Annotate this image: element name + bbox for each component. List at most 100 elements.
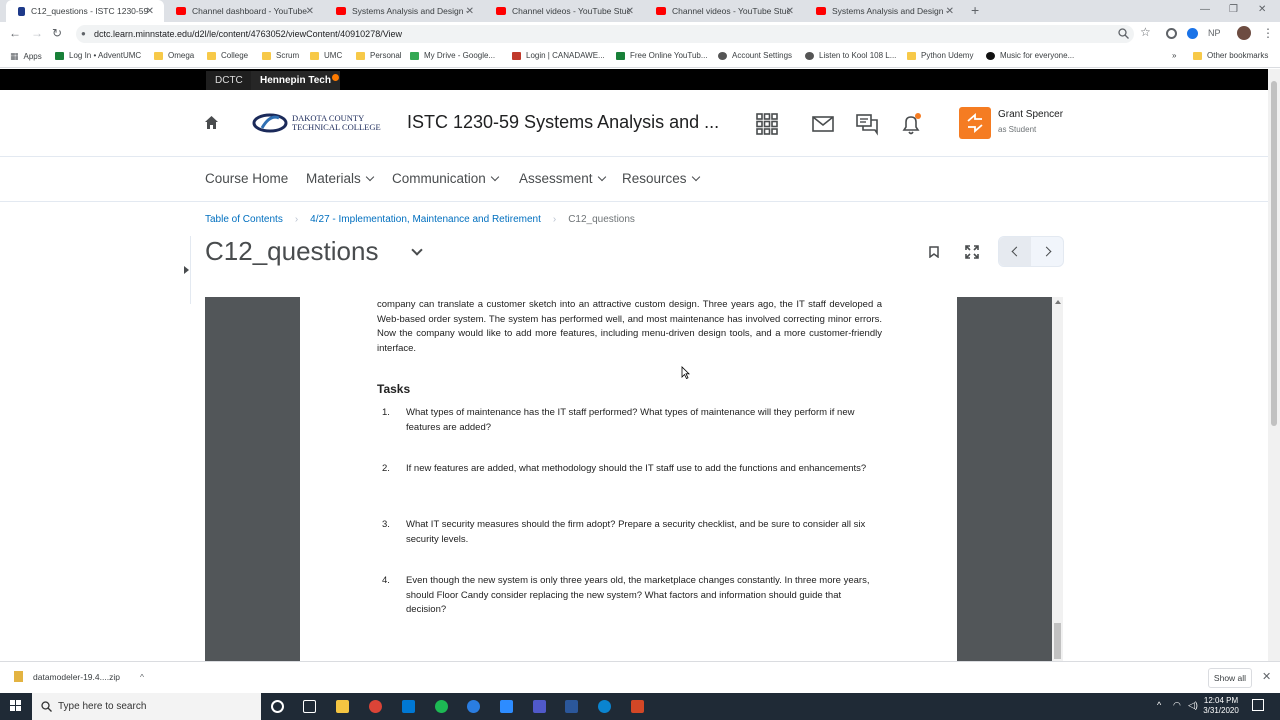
bookmark-folder[interactable]: Personal (356, 51, 402, 60)
nav-communication[interactable]: Communication (392, 171, 500, 186)
close-downloads-icon[interactable]: ✕ (1262, 670, 1271, 683)
home-icon[interactable] (204, 115, 219, 130)
url-field[interactable]: ● dctc.learn.minnstate.edu/d2l/le/conten… (76, 25, 1134, 43)
tasks-heading: Tasks (377, 382, 411, 396)
taskbar-search-input[interactable]: Type here to search (32, 693, 261, 720)
browser-tab[interactable]: Channel videos - YouTube Studio ✕ (484, 0, 644, 22)
close-tab-icon[interactable]: ✕ (146, 6, 154, 17)
edge-icon[interactable] (598, 700, 611, 713)
breadcrumb-module[interactable]: 4/27 - Implementation, Maintenance and R… (310, 214, 541, 225)
message-alerts-icon[interactable] (811, 112, 835, 136)
tray-overflow-icon[interactable]: ^ (1157, 700, 1161, 710)
nav-course-home[interactable]: Course Home (205, 171, 288, 186)
chevron-down-icon[interactable] (411, 244, 423, 256)
bookmark[interactable]: My Drive - Google... (410, 51, 495, 60)
chrome-icon[interactable] (369, 700, 382, 713)
restore-icon[interactable]: ❐ (1229, 4, 1238, 15)
bookmark-apps[interactable]: ▦ Apps (10, 51, 42, 62)
extension-icon[interactable] (1187, 28, 1198, 39)
nav-materials[interactable]: Materials (306, 171, 375, 186)
powerpoint-icon[interactable] (631, 700, 644, 713)
org-tab-dctc[interactable]: DCTC (206, 71, 252, 90)
org-tab-hennepin-tech[interactable]: Hennepin Tech (251, 71, 340, 90)
zoom-icon[interactable] (1118, 28, 1129, 39)
file-explorer-icon[interactable] (336, 700, 349, 713)
reload-icon[interactable]: ↻ (52, 26, 62, 40)
close-tab-icon[interactable]: ✕ (466, 6, 474, 17)
teams-icon[interactable] (533, 700, 546, 713)
page-title[interactable]: C12_questions (205, 236, 378, 267)
close-tab-icon[interactable]: ✕ (786, 6, 794, 17)
subscription-alerts-icon[interactable] (855, 112, 879, 136)
browser-menu-icon[interactable]: ⋮ (1262, 26, 1274, 40)
close-tab-icon[interactable]: ✕ (946, 6, 954, 17)
bookmark-star-icon[interactable]: ☆ (1140, 25, 1151, 39)
bookmark-folder[interactable]: Omega (154, 51, 194, 60)
new-tab-button[interactable]: + (971, 2, 979, 18)
skype-icon[interactable] (467, 700, 480, 713)
volume-icon[interactable]: ◁) (1188, 700, 1198, 711)
bookmark[interactable]: Login | CANADAWE... (512, 51, 605, 60)
viewer-scroll-thumb[interactable] (1054, 623, 1061, 659)
youtube-favicon-icon (336, 7, 346, 15)
extension-icon[interactable] (1166, 28, 1177, 39)
previous-topic-button[interactable] (999, 237, 1031, 266)
bookmark[interactable]: Music for everyone... (986, 51, 1074, 60)
forward-icon[interactable]: → (31, 26, 43, 40)
close-tab-icon[interactable]: ✕ (626, 6, 634, 17)
next-topic-button[interactable] (1032, 237, 1064, 266)
profile-avatar[interactable] (1237, 26, 1251, 40)
browser-tab[interactable]: Systems Analysis and Design - Yo ✕ (804, 0, 964, 22)
bookmark[interactable]: Listen to Kool 108 L... (805, 51, 896, 60)
notifications-icon[interactable] (1252, 699, 1264, 711)
bookmarks-overflow-icon[interactable]: » (1172, 51, 1176, 60)
chevron-up-icon[interactable]: ^ (140, 672, 144, 682)
mail-icon[interactable] (402, 700, 415, 713)
folder-icon (262, 51, 271, 60)
bookmark-folder[interactable]: Python Udemy (907, 51, 973, 60)
word-icon[interactable] (565, 700, 578, 713)
course-selector-grid-icon[interactable] (755, 112, 779, 136)
browser-tab[interactable]: Channel dashboard - YouTube St ✕ (164, 0, 324, 22)
bookmark-folder[interactable]: Scrum (262, 51, 299, 60)
browser-tab-active[interactable]: C12_questions - ISTC 1230-59 Sy ✕ (6, 0, 164, 22)
page-scrollbar[interactable] (1268, 69, 1280, 661)
viewer-scrollbar[interactable] (1052, 297, 1063, 661)
bookmark-folder[interactable]: College (207, 51, 248, 60)
user-name[interactable]: Grant Spencer (998, 109, 1063, 120)
back-icon[interactable]: ← (9, 26, 21, 40)
fullscreen-button[interactable] (959, 239, 985, 265)
scroll-up-icon[interactable] (1055, 300, 1061, 304)
profile-initials[interactable]: NP (1208, 28, 1221, 38)
window-close-icon[interactable]: ✕ (1258, 4, 1266, 15)
bookmark[interactable]: Log In • AdventUMC (55, 51, 141, 60)
update-alerts-bell-icon[interactable] (899, 112, 923, 136)
windows-start-icon[interactable] (10, 700, 22, 712)
wifi-icon[interactable]: ◠ (1173, 700, 1181, 711)
bookmark[interactable]: Account Settings (718, 51, 792, 60)
minimize-icon[interactable]: — (1200, 4, 1210, 15)
nav-resources[interactable]: Resources (622, 171, 700, 186)
toc-sidebar-toggle[interactable] (183, 236, 191, 304)
spotify-icon[interactable] (435, 700, 448, 713)
taskbar-clock[interactable]: 12:04 PM 3/31/2020 (1200, 696, 1242, 716)
browser-tab[interactable]: Channel videos - YouTube Studio ✕ (644, 0, 804, 22)
nav-assessment[interactable]: Assessment (519, 171, 606, 186)
download-item[interactable]: datamodeler-19.4....zip ^ (14, 671, 144, 682)
course-title[interactable]: ISTC 1230-59 Systems Analysis and ... (407, 112, 719, 133)
bookmark-folder[interactable]: UMC (310, 51, 342, 60)
cortana-icon[interactable] (271, 700, 284, 713)
task-view-icon[interactable] (303, 700, 316, 713)
zoom-app-icon[interactable] (500, 700, 513, 713)
document-viewer[interactable]: company can translate a customer sketch … (205, 297, 1063, 661)
college-logo[interactable]: DAKOTA COUNTY TECHNICAL COLLEGE (252, 112, 381, 134)
page-scroll-thumb[interactable] (1271, 81, 1277, 426)
show-all-downloads-button[interactable]: Show all (1208, 668, 1252, 688)
close-tab-icon[interactable]: ✕ (306, 6, 314, 17)
browser-tab[interactable]: Systems Analysis and Design - Yo ✕ (324, 0, 484, 22)
user-avatar[interactable] (959, 107, 991, 139)
bookmark[interactable]: Free Online YouTub... (616, 51, 708, 60)
bookmark-topic-button[interactable] (921, 239, 947, 265)
breadcrumb-table-of-contents[interactable]: Table of Contents (205, 214, 283, 225)
bookmark-folder-other[interactable]: Other bookmarks (1193, 51, 1268, 60)
